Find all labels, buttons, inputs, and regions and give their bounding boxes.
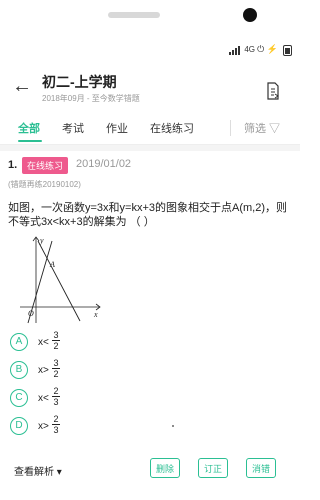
line-y-kx-3: [37, 240, 81, 322]
question-number: 1.: [8, 159, 18, 171]
question-card: 1. 在线练习 2019/01/02 (错题再练20190102) 如图，一次函…: [0, 151, 300, 491]
option-c[interactable]: C x< 23: [10, 386, 130, 411]
option-d-prefix: x>: [38, 421, 49, 432]
option-d-fraction: 23: [52, 414, 60, 435]
option-a-letter: A: [10, 333, 28, 351]
tab-bar: 全部 考试 作业 在线练习 筛选 ▽: [0, 114, 300, 145]
page-title: 初二-上学期: [42, 74, 117, 90]
filter-button[interactable]: 筛选 ▽: [244, 120, 280, 136]
tab-active-indicator: [18, 140, 42, 142]
correct-button[interactable]: 订正: [198, 458, 228, 478]
arrow-left-icon[interactable]: ←: [12, 76, 32, 96]
eliminate-button[interactable]: 消错: [246, 458, 276, 478]
origin-label: O: [28, 309, 34, 318]
speaker-grille: [108, 12, 160, 18]
tab-online-practice[interactable]: 在线练习: [150, 120, 194, 136]
y-axis-label: y: [39, 236, 44, 245]
delete-button[interactable]: 删除: [150, 458, 180, 478]
tab-all[interactable]: 全部: [18, 120, 40, 136]
option-b-fraction: 32: [52, 358, 60, 379]
network-label: 4G: [244, 45, 255, 54]
option-b[interactable]: B x> 32: [10, 358, 130, 383]
page-header: ← 初二-上学期 2018年09月 - 至今数学错题: [0, 66, 300, 110]
question-text-line1: 如图，一次函数y=3x和y=kx+3的图象相交于点A(m,2)，则: [8, 202, 288, 214]
tab-exam[interactable]: 考试: [62, 120, 84, 136]
option-a-fraction: 32: [52, 330, 60, 351]
question-date: 2019/01/02: [76, 158, 132, 170]
question-tag: 在线练习: [22, 157, 69, 174]
device-bezel: [0, 0, 300, 40]
action-bar: 查看解析 ▾ 删除 订正 消错: [0, 456, 300, 484]
status-bar: 4G ⏻ ⚡: [0, 40, 300, 62]
option-a-prefix: x<: [38, 337, 49, 348]
view-analysis-button[interactable]: 查看解析 ▾: [14, 463, 62, 478]
option-c-prefix: x<: [38, 393, 49, 404]
page-subtitle: 2018年09月 - 至今数学错题: [42, 94, 140, 103]
question-text-line2: 不等式3x<kx+3的解集为 （ ）: [8, 216, 155, 228]
signal-icon: [229, 46, 240, 55]
option-c-letter: C: [10, 389, 28, 407]
option-a[interactable]: A x< 32: [10, 330, 130, 355]
status-icons: ⏻ ⚡: [257, 44, 278, 54]
battery-icon: [283, 45, 292, 56]
option-b-prefix: x>: [38, 365, 49, 376]
x-axis-label: x: [93, 310, 98, 319]
document-export-icon[interactable]: [266, 82, 280, 100]
option-d-letter: D: [10, 417, 28, 435]
tab-divider: [230, 120, 231, 136]
option-d[interactable]: D x> 23: [10, 414, 130, 439]
stray-dot: [172, 425, 174, 427]
question-source: (错题再练20190102): [8, 180, 81, 189]
question-text: 如图，一次函数y=3x和y=kx+3的图象相交于点A(m,2)，则 不等式3x<…: [8, 201, 292, 229]
option-c-fraction: 23: [52, 386, 60, 407]
tab-homework[interactable]: 作业: [106, 120, 128, 136]
front-camera: [243, 8, 257, 22]
option-b-letter: B: [10, 361, 28, 379]
point-a-label: A: [49, 260, 55, 269]
function-graph: A O x y: [20, 236, 101, 324]
